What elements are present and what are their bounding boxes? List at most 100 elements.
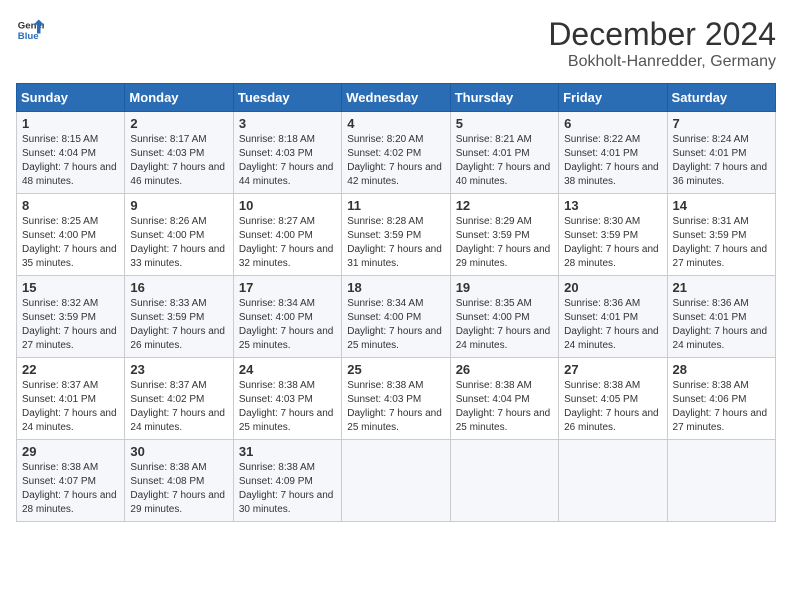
day-number: 14 bbox=[673, 198, 770, 213]
day-number: 8 bbox=[22, 198, 119, 213]
calendar-week-2: 8 Sunrise: 8:25 AMSunset: 4:00 PMDaylight… bbox=[17, 194, 776, 276]
month-title: December 2024 bbox=[548, 16, 776, 53]
day-info: Sunrise: 8:35 AMSunset: 4:00 PMDaylight:… bbox=[456, 297, 553, 353]
calendar-week-3: 15 Sunrise: 8:32 AMSunset: 3:59 PMDayligh… bbox=[17, 276, 776, 358]
calendar-cell: 23Sunrise: 8:37 AMSunset: 4:02 PMDayligh… bbox=[125, 358, 233, 440]
calendar-cell: 28 Sunrise: 8:38 AMSunset: 4:06 PMDayligh… bbox=[667, 358, 775, 440]
day-info: Sunrise: 8:27 AMSunset: 4:00 PMDaylight:… bbox=[239, 215, 336, 271]
day-info: Sunrise: 8:37 AMSunset: 4:02 PMDaylight:… bbox=[130, 379, 227, 435]
day-number: 25 bbox=[347, 362, 444, 377]
header-monday: Monday bbox=[125, 84, 233, 112]
svg-text:Blue: Blue bbox=[18, 31, 39, 42]
calendar-cell bbox=[450, 440, 558, 522]
day-info: Sunrise: 8:24 AMSunset: 4:01 PMDaylight:… bbox=[673, 133, 770, 189]
header-wednesday: Wednesday bbox=[342, 84, 450, 112]
calendar-cell: 16Sunrise: 8:33 AMSunset: 3:59 PMDayligh… bbox=[125, 276, 233, 358]
day-number: 21 bbox=[673, 280, 770, 295]
calendar-cell: 22Sunrise: 8:37 AMSunset: 4:01 PMDayligh… bbox=[17, 358, 125, 440]
day-info: Sunrise: 8:36 AMSunset: 4:01 PMDaylight:… bbox=[673, 297, 770, 353]
day-info: Sunrise: 8:31 AMSunset: 3:59 PMDaylight:… bbox=[673, 215, 770, 271]
calendar-cell: 24Sunrise: 8:38 AMSunset: 4:03 PMDayligh… bbox=[233, 358, 341, 440]
logo: General Blue bbox=[16, 16, 44, 44]
day-number: 17 bbox=[239, 280, 336, 295]
day-info: Sunrise: 8:17 AMSunset: 4:03 PMDaylight:… bbox=[130, 133, 227, 189]
calendar-cell: 20Sunrise: 8:36 AMSunset: 4:01 PMDayligh… bbox=[559, 276, 667, 358]
calendar-cell: 25 Sunrise: 8:38 AMSunset: 4:03 PMDayligh… bbox=[342, 358, 450, 440]
calendar-cell: 14 Sunrise: 8:31 AMSunset: 3:59 PMDayligh… bbox=[667, 194, 775, 276]
day-info: Sunrise: 8:20 AMSunset: 4:02 PMDaylight:… bbox=[347, 133, 444, 189]
day-number: 26 bbox=[456, 362, 553, 377]
calendar-cell: 29Sunrise: 8:38 AMSunset: 4:07 PMDayligh… bbox=[17, 440, 125, 522]
day-number: 13 bbox=[564, 198, 661, 213]
day-info: Sunrise: 8:34 AMSunset: 4:00 PMDaylight:… bbox=[347, 297, 444, 353]
page-header: General Blue December 2024 Bokholt-Hanre… bbox=[16, 16, 776, 71]
day-info: Sunrise: 8:33 AMSunset: 3:59 PMDaylight:… bbox=[130, 297, 227, 353]
calendar-week-5: 29Sunrise: 8:38 AMSunset: 4:07 PMDayligh… bbox=[17, 440, 776, 522]
day-number: 18 bbox=[347, 280, 444, 295]
calendar-cell: 15 Sunrise: 8:32 AMSunset: 3:59 PMDayligh… bbox=[17, 276, 125, 358]
calendar-cell: 3Sunrise: 8:18 AMSunset: 4:03 PMDaylight… bbox=[233, 112, 341, 194]
day-number: 12 bbox=[456, 198, 553, 213]
day-number: 9 bbox=[130, 198, 227, 213]
calendar-week-1: 1 Sunrise: 8:15 AMSunset: 4:04 PMDaylight… bbox=[17, 112, 776, 194]
day-number: 11 bbox=[347, 198, 444, 213]
logo-icon: General Blue bbox=[16, 16, 44, 44]
day-info: Sunrise: 8:29 AMSunset: 3:59 PMDaylight:… bbox=[456, 215, 553, 271]
day-number: 1 bbox=[22, 116, 119, 131]
day-info: Sunrise: 8:38 AMSunset: 4:05 PMDaylight:… bbox=[564, 379, 661, 435]
day-number: 31 bbox=[239, 444, 336, 459]
calendar-cell: 30 Sunrise: 8:38 AMSunset: 4:08 PMDayligh… bbox=[125, 440, 233, 522]
calendar-cell: 6 Sunrise: 8:22 AMSunset: 4:01 PMDaylight… bbox=[559, 112, 667, 194]
day-number: 4 bbox=[347, 116, 444, 131]
day-info: Sunrise: 8:30 AMSunset: 3:59 PMDaylight:… bbox=[564, 215, 661, 271]
calendar-cell: 5Sunrise: 8:21 AMSunset: 4:01 PMDaylight… bbox=[450, 112, 558, 194]
calendar-cell: 17 Sunrise: 8:34 AMSunset: 4:00 PMDayligh… bbox=[233, 276, 341, 358]
calendar-week-4: 22Sunrise: 8:37 AMSunset: 4:01 PMDayligh… bbox=[17, 358, 776, 440]
calendar-cell: 26 Sunrise: 8:38 AMSunset: 4:04 PMDayligh… bbox=[450, 358, 558, 440]
title-block: December 2024 Bokholt-Hanredder, Germany bbox=[548, 16, 776, 71]
day-number: 7 bbox=[673, 116, 770, 131]
day-info: Sunrise: 8:25 AMSunset: 4:00 PMDaylight:… bbox=[22, 215, 119, 271]
day-info: Sunrise: 8:38 AMSunset: 4:04 PMDaylight:… bbox=[456, 379, 553, 435]
calendar-cell: 31 Sunrise: 8:38 AMSunset: 4:09 PMDayligh… bbox=[233, 440, 341, 522]
calendar-cell bbox=[342, 440, 450, 522]
day-info: Sunrise: 8:22 AMSunset: 4:01 PMDaylight:… bbox=[564, 133, 661, 189]
day-number: 5 bbox=[456, 116, 553, 131]
day-number: 6 bbox=[564, 116, 661, 131]
day-info: Sunrise: 8:28 AMSunset: 3:59 PMDaylight:… bbox=[347, 215, 444, 271]
location: Bokholt-Hanredder, Germany bbox=[548, 53, 776, 71]
day-number: 2 bbox=[130, 116, 227, 131]
calendar-cell: 7 Sunrise: 8:24 AMSunset: 4:01 PMDaylight… bbox=[667, 112, 775, 194]
calendar-cell: 10Sunrise: 8:27 AMSunset: 4:00 PMDayligh… bbox=[233, 194, 341, 276]
calendar-cell: 8 Sunrise: 8:25 AMSunset: 4:00 PMDaylight… bbox=[17, 194, 125, 276]
day-info: Sunrise: 8:38 AMSunset: 4:09 PMDaylight:… bbox=[239, 461, 336, 517]
day-info: Sunrise: 8:38 AMSunset: 4:06 PMDaylight:… bbox=[673, 379, 770, 435]
calendar-cell: 2 Sunrise: 8:17 AMSunset: 4:03 PMDaylight… bbox=[125, 112, 233, 194]
header-saturday: Saturday bbox=[667, 84, 775, 112]
calendar-cell bbox=[559, 440, 667, 522]
day-number: 20 bbox=[564, 280, 661, 295]
calendar-cell: 18 Sunrise: 8:34 AMSunset: 4:00 PMDayligh… bbox=[342, 276, 450, 358]
header-tuesday: Tuesday bbox=[233, 84, 341, 112]
day-info: Sunrise: 8:38 AMSunset: 4:03 PMDaylight:… bbox=[347, 379, 444, 435]
day-number: 3 bbox=[239, 116, 336, 131]
day-number: 28 bbox=[673, 362, 770, 377]
calendar-cell: 19 Sunrise: 8:35 AMSunset: 4:00 PMDayligh… bbox=[450, 276, 558, 358]
day-info: Sunrise: 8:34 AMSunset: 4:00 PMDaylight:… bbox=[239, 297, 336, 353]
calendar-cell: 9 Sunrise: 8:26 AMSunset: 4:00 PMDaylight… bbox=[125, 194, 233, 276]
calendar-cell: 12 Sunrise: 8:29 AMSunset: 3:59 PMDayligh… bbox=[450, 194, 558, 276]
day-info: Sunrise: 8:32 AMSunset: 3:59 PMDaylight:… bbox=[22, 297, 119, 353]
day-number: 19 bbox=[456, 280, 553, 295]
calendar-cell: 13 Sunrise: 8:30 AMSunset: 3:59 PMDayligh… bbox=[559, 194, 667, 276]
day-number: 30 bbox=[130, 444, 227, 459]
day-number: 29 bbox=[22, 444, 119, 459]
calendar-cell bbox=[667, 440, 775, 522]
day-number: 15 bbox=[22, 280, 119, 295]
header-sunday: Sunday bbox=[17, 84, 125, 112]
day-info: Sunrise: 8:26 AMSunset: 4:00 PMDaylight:… bbox=[130, 215, 227, 271]
day-info: Sunrise: 8:15 AMSunset: 4:04 PMDaylight:… bbox=[22, 133, 119, 189]
calendar-cell: 27Sunrise: 8:38 AMSunset: 4:05 PMDayligh… bbox=[559, 358, 667, 440]
header-friday: Friday bbox=[559, 84, 667, 112]
day-info: Sunrise: 8:38 AMSunset: 4:08 PMDaylight:… bbox=[130, 461, 227, 517]
day-info: Sunrise: 8:38 AMSunset: 4:03 PMDaylight:… bbox=[239, 379, 336, 435]
